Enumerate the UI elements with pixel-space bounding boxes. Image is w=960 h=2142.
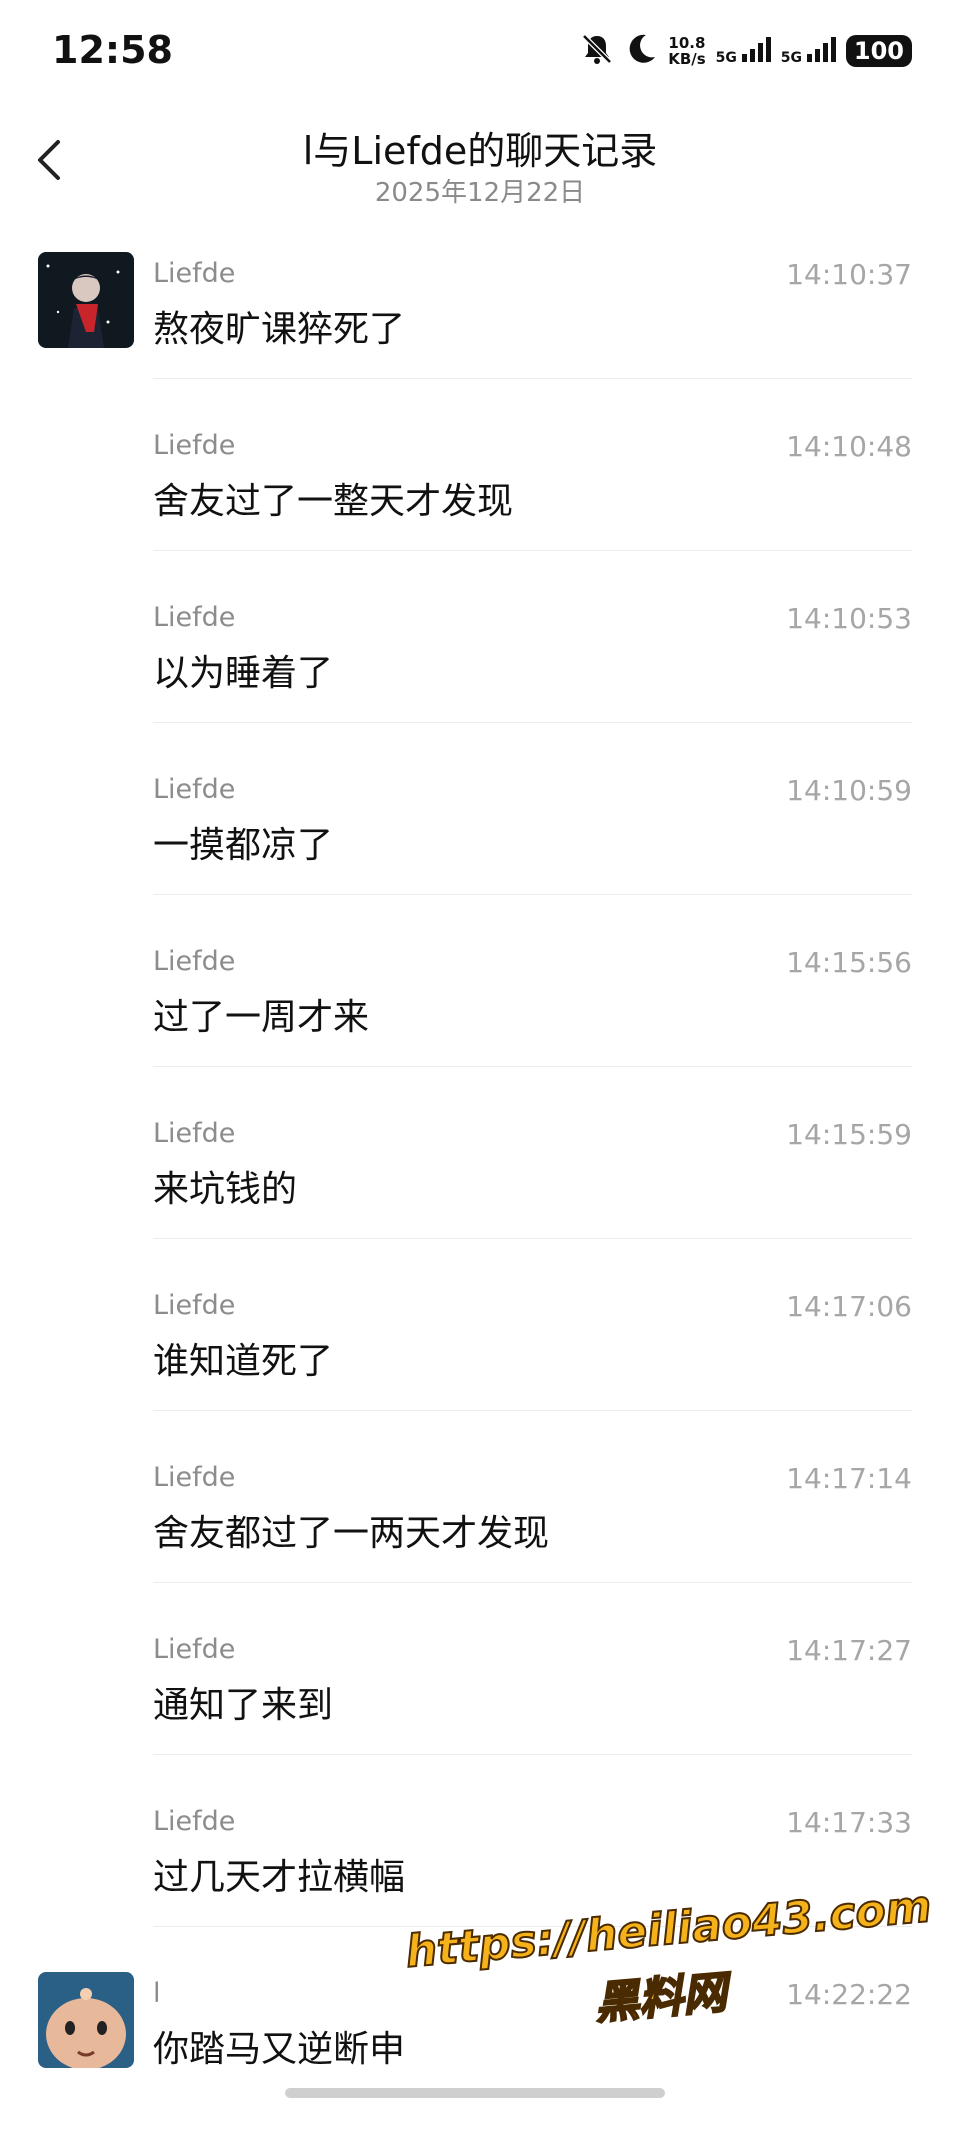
message-text: 过了一周才来 — [153, 997, 370, 1038]
sender-name: Liefde — [153, 430, 236, 461]
message-text: 来坑钱的 — [153, 1169, 298, 1210]
message-time: 14:17:14 — [786, 1462, 912, 1495]
message-item[interactable]: Liefde 14:17:14 舍友都过了一两天才发现 — [0, 1454, 960, 1626]
message-item[interactable]: Liefde 14:10:37 熬夜旷课猝死了 — [0, 250, 960, 422]
message-text: 一摸都凉了 — [153, 825, 334, 866]
message-text: 谁知道死了 — [153, 1341, 334, 1382]
message-time: 14:10:53 — [786, 602, 912, 635]
signal-2-label: 5G — [780, 50, 803, 66]
avatar[interactable] — [38, 1972, 134, 2068]
message-item[interactable]: Liefde 14:10:53 以为睡着了 — [0, 594, 960, 766]
message-text: 过几天才拉横幅 — [153, 1857, 406, 1898]
divider — [153, 1066, 912, 1067]
avatar[interactable] — [38, 252, 134, 348]
divider — [153, 550, 912, 551]
message-text: 舍友过了一整天才发现 — [153, 481, 514, 522]
sender-name: Liefde — [153, 946, 236, 977]
divider — [153, 1410, 912, 1411]
status-icons: 10.8 KB/s 5G 5G 100 — [580, 32, 912, 70]
message-time: 14:17:33 — [786, 1806, 912, 1839]
sender-name: Liefde — [153, 602, 236, 633]
battery-indicator: 100 — [845, 35, 912, 67]
signal-bars-icon — [741, 36, 771, 62]
divider — [153, 1582, 912, 1583]
message-text: 通知了来到 — [153, 1685, 334, 1726]
network-speed-value: 10.8 — [668, 34, 706, 52]
message-time: 14:10:59 — [786, 774, 912, 807]
message-item[interactable]: Liefde 14:17:06 谁知道死了 — [0, 1282, 960, 1454]
message-time: 14:17:27 — [786, 1634, 912, 1667]
sender-name: Liefde — [153, 1634, 236, 1665]
divider — [153, 722, 912, 723]
page-title: l与Liefde的聊天记录 — [302, 129, 658, 173]
message-text: 熬夜旷课猝死了 — [153, 309, 406, 350]
message-item[interactable]: Liefde 14:17:27 通知了来到 — [0, 1626, 960, 1798]
message-time: 14:10:48 — [786, 430, 912, 463]
message-item[interactable]: Liefde 14:10:59 一摸都凉了 — [0, 766, 960, 938]
divider — [153, 1754, 912, 1755]
message-time: 14:15:56 — [786, 946, 912, 979]
sender-name: Liefde — [153, 774, 236, 805]
moon-icon — [624, 32, 658, 70]
network-speed: 10.8 KB/s — [668, 35, 705, 67]
status-bar: 12:58 10.8 KB/s 5G 5G 100 — [0, 0, 960, 100]
message-item[interactable]: Liefde 14:10:48 舍友过了一整天才发现 — [0, 422, 960, 594]
message-time: 14:15:59 — [786, 1118, 912, 1151]
divider — [153, 1238, 912, 1239]
page-date: 2025年12月22日 — [374, 178, 586, 208]
signal-1: 5G — [716, 36, 771, 66]
chat-record-header: l与Liefde的聊天记录 2025年12月22日 — [0, 100, 960, 220]
divider — [153, 378, 912, 379]
message-list: Liefde 14:10:37 熬夜旷课猝死了 Liefde 14:10:48 … — [0, 250, 960, 2142]
sender-name: l — [153, 1978, 161, 2009]
message-text: 以为睡着了 — [153, 653, 334, 694]
message-item[interactable]: Liefde 14:15:56 过了一周才来 — [0, 938, 960, 1110]
network-speed-unit: KB/s — [668, 50, 706, 68]
home-indicator[interactable] — [285, 2088, 665, 2098]
mute-bell-icon — [580, 32, 614, 70]
message-text: 舍友都过了一两天才发现 — [153, 1513, 550, 1554]
divider — [153, 894, 912, 895]
status-time: 12:58 — [52, 28, 173, 72]
sender-name: Liefde — [153, 258, 236, 289]
message-text: 你踏马又逆断申 — [153, 2029, 406, 2070]
message-time: 14:10:37 — [786, 258, 912, 291]
message-item[interactable]: Liefde 14:15:59 来坑钱的 — [0, 1110, 960, 1282]
sender-name: Liefde — [153, 1806, 236, 1837]
sender-name: Liefde — [153, 1290, 236, 1321]
message-time: 14:17:06 — [786, 1290, 912, 1323]
sender-name: Liefde — [153, 1118, 236, 1149]
signal-2: 5G — [781, 36, 836, 66]
sender-name: Liefde — [153, 1462, 236, 1493]
signal-1-label: 5G — [715, 50, 737, 66]
signal-bars-icon — [806, 36, 836, 62]
